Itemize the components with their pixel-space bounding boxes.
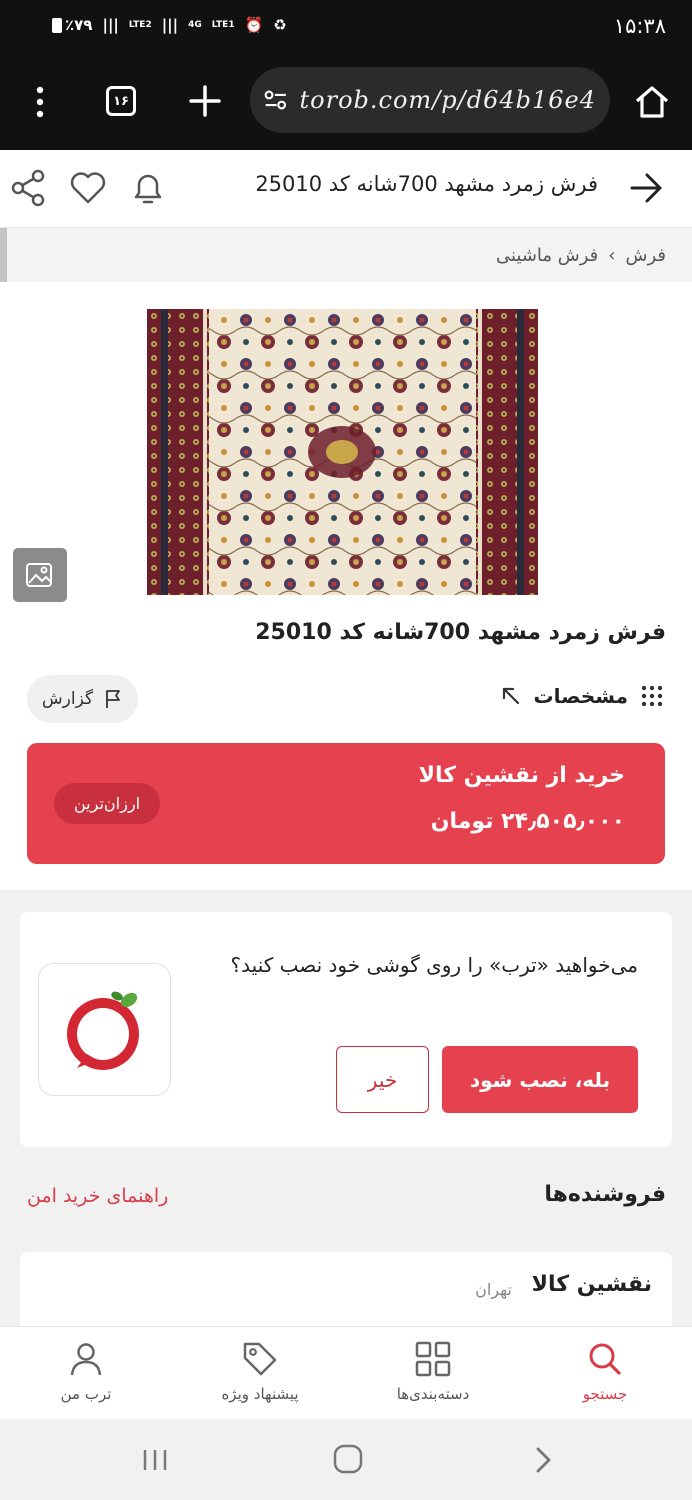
more-menu-icon[interactable] xyxy=(28,82,52,122)
share-icon[interactable] xyxy=(6,166,50,210)
url-text: torob.com/p/d64b16e4 xyxy=(299,86,596,114)
signal-icon: ||| xyxy=(102,16,119,34)
battery-level: ٪۷۹ xyxy=(65,16,93,34)
flag-icon xyxy=(106,690,120,708)
address-bar[interactable]: torob.com/p/d64b16e4 xyxy=(250,67,610,133)
gallery-button[interactable] xyxy=(13,548,67,602)
status-time: ۱۵:۳۸ xyxy=(613,14,666,38)
bottom-navigation: جستجو دسته‌بندی‌ها پیشنهاد ویژه ترب من xyxy=(0,1326,692,1419)
nav-special-offer[interactable]: پیشنهاد ویژه xyxy=(190,1339,330,1415)
breadcrumb: فرش › فرش ماشینی xyxy=(0,228,692,282)
page-header: فرش زمرد مشهد 700شانه کد 25010 xyxy=(0,150,692,228)
install-no-button[interactable]: خیر xyxy=(336,1046,429,1113)
battery-icon xyxy=(52,17,62,33)
cheapest-badge: ارزان‌ترین xyxy=(54,783,160,824)
bell-icon[interactable] xyxy=(126,166,170,210)
nav-categories[interactable]: دسته‌بندی‌ها xyxy=(363,1339,503,1415)
nav-categories-label: دسته‌بندی‌ها xyxy=(396,1385,470,1403)
signal-icon-2: ||| xyxy=(161,16,179,34)
user-icon xyxy=(70,1343,102,1376)
page-title: فرش زمرد مشهد 700شانه کد 25010 xyxy=(255,172,598,196)
search-icon xyxy=(589,1343,621,1375)
alarm-icon: ⏰ xyxy=(244,16,264,34)
seller-card[interactable]: نقشین کالا تهران xyxy=(20,1252,672,1332)
breadcrumb-item-rug[interactable]: فرش xyxy=(625,245,666,266)
network-label-1: LTE1 xyxy=(211,19,235,30)
heart-icon[interactable] xyxy=(66,166,110,210)
breadcrumb-separator: › xyxy=(608,244,616,266)
breadcrumb-item-machine-rug[interactable]: فرش ماشینی xyxy=(496,245,598,266)
seller-name: نقشین کالا xyxy=(531,1272,652,1297)
product-panel: فرش زمرد مشهد 700شانه کد 25010 مشخصات گز… xyxy=(0,282,692,890)
network-label-2: LTE2 xyxy=(128,19,152,30)
product-image[interactable] xyxy=(147,309,538,595)
safe-purchase-guide-link[interactable]: راهنمای خرید امن xyxy=(27,1185,168,1207)
torob-logo-icon xyxy=(66,991,139,1070)
status-bar: ٪۷۹ ||| LTE2 ||| 4G LTE1 ⏰ ♻ ۱۵:۳۸ xyxy=(0,0,692,58)
install-app-card: می‌خواهید «ترب» را روی گوشی خود نصب کنید… xyxy=(20,912,672,1147)
image-gallery-icon xyxy=(26,563,52,587)
site-settings-icon[interactable] xyxy=(264,88,288,112)
grid-icon xyxy=(415,1341,451,1377)
nav-search[interactable]: جستجو xyxy=(535,1339,675,1415)
nav-search-label: جستجو xyxy=(582,1385,628,1403)
grid-dots-icon xyxy=(641,685,663,707)
nav-special-offer-label: پیشنهاد ویژه xyxy=(221,1385,299,1403)
sellers-heading: فروشنده‌ها xyxy=(544,1182,666,1207)
product-title: فرش زمرد مشهد 700شانه کد 25010 xyxy=(255,620,666,645)
tab-switcher-button[interactable]: ۱۶ xyxy=(106,86,136,116)
home-icon[interactable] xyxy=(632,82,672,122)
install-yes-button[interactable]: بله، نصب شود xyxy=(442,1046,638,1113)
system-navigation-bar xyxy=(0,1419,692,1500)
buy-button[interactable]: خرید از نقشین کالا ۲۴٫۵۰۵٫۰۰۰ تومان ارزا… xyxy=(27,743,665,864)
specs-label: مشخصات xyxy=(533,684,628,708)
torob-app-icon xyxy=(38,963,171,1096)
specs-link[interactable]: مشخصات xyxy=(500,684,664,708)
report-label: گزارش xyxy=(41,689,94,709)
nav-my-torob-label: ترب من xyxy=(60,1385,112,1403)
buy-seller-label: خرید از نقشین کالا xyxy=(418,763,625,788)
home-button-icon[interactable] xyxy=(332,1443,364,1475)
battery-indicator: ٪۷۹ xyxy=(52,16,92,34)
report-button[interactable]: گزارش xyxy=(27,675,138,723)
expand-arrow-icon xyxy=(502,687,519,705)
browser-toolbar: ۱۶ torob.com/p/d64b16e4 xyxy=(0,58,692,150)
new-tab-icon[interactable] xyxy=(186,82,224,120)
install-prompt-text: می‌خواهید «ترب» را روی گوشی خود نصب کنید… xyxy=(230,953,638,977)
status-icons: ٪۷۹ ||| LTE2 ||| 4G LTE1 ⏰ ♻ xyxy=(52,16,287,34)
buy-price: ۲۴٫۵۰۵٫۰۰۰ تومان xyxy=(430,809,625,834)
nav-my-torob[interactable]: ترب من xyxy=(16,1339,156,1415)
recycle-icon: ♻ xyxy=(273,16,287,34)
tag-icon xyxy=(243,1342,277,1376)
seller-city: تهران xyxy=(475,1280,512,1299)
network-type: 4G xyxy=(188,19,202,30)
back-arrow-icon[interactable] xyxy=(628,170,664,206)
recent-apps-icon[interactable] xyxy=(142,1447,168,1473)
system-back-icon[interactable] xyxy=(530,1445,556,1475)
